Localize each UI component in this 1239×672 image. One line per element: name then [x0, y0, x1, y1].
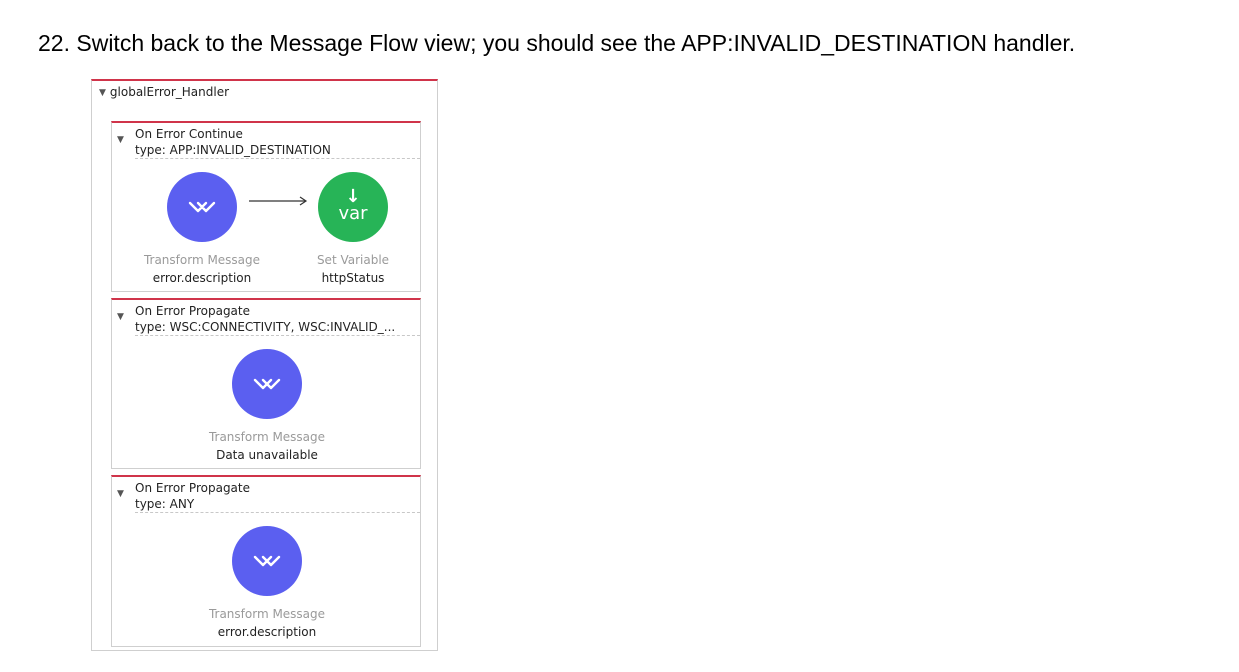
transform-message-component[interactable]: Transform Message error.description	[132, 172, 272, 286]
set-variable-icon[interactable]: ↓ var	[318, 172, 388, 242]
component-type-label: Transform Message	[208, 430, 326, 444]
instruction-text: 22. Switch back to the Message Flow view…	[38, 30, 1076, 56]
collapse-triangle-icon[interactable]: ▼	[99, 88, 106, 98]
collapse-triangle-icon[interactable]: ▼	[117, 312, 124, 322]
global-error-handler[interactable]: ▼ globalError_Handler ▼ On Error Continue…	[91, 79, 438, 651]
scope-type: type: ANY	[135, 497, 195, 511]
collapse-triangle-icon[interactable]: ▼	[117, 489, 124, 499]
component-value-label: httpStatus	[321, 271, 385, 285]
transform-message-icon[interactable]	[232, 349, 302, 419]
on-error-propagate-scope[interactable]: ▼ On Error Propagate type: WSC:CONNECTIV…	[111, 298, 421, 469]
transform-message-icon[interactable]	[167, 172, 237, 242]
set-variable-component[interactable]: ↓ var Set Variable httpStatus	[283, 172, 423, 286]
scope-header: On Error Propagate type: WSC:CONNECTIVIT…	[135, 303, 420, 336]
transform-message-component[interactable]: Transform Message error.description	[197, 526, 337, 640]
scope-name: On Error Propagate	[135, 481, 250, 495]
var-icon-text: var	[338, 203, 368, 224]
scope-type: type: APP:INVALID_DESTINATION	[135, 143, 331, 157]
on-error-continue-scope[interactable]: ▼ On Error Continue type: APP:INVALID_DE…	[111, 121, 421, 292]
component-value-label: Data unavailable	[216, 448, 318, 462]
scope-name: On Error Propagate	[135, 304, 250, 318]
component-type-label: Transform Message	[143, 253, 261, 267]
component-type-label: Set Variable	[316, 253, 390, 267]
scope-header: On Error Propagate type: ANY	[135, 480, 420, 513]
transform-message-component[interactable]: Transform Message Data unavailable	[197, 349, 337, 463]
on-error-propagate-scope[interactable]: ▼ On Error Propagate type: ANY Transform…	[111, 475, 421, 647]
component-value-label: error.description	[217, 625, 317, 639]
component-type-label: Transform Message	[208, 607, 326, 621]
scope-name: On Error Continue	[135, 127, 243, 141]
handler-title-row[interactable]: ▼ globalError_Handler	[99, 85, 229, 99]
scope-header: On Error Continue type: APP:INVALID_DEST…	[135, 126, 420, 159]
collapse-triangle-icon[interactable]: ▼	[117, 135, 124, 145]
transform-message-icon[interactable]	[232, 526, 302, 596]
scope-type: type: WSC:CONNECTIVITY, WSC:INVALID_...	[135, 320, 396, 334]
handler-title: globalError_Handler	[109, 85, 230, 99]
component-value-label: error.description	[152, 271, 252, 285]
